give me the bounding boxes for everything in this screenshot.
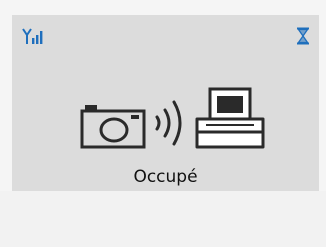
printer-icon [195, 87, 265, 149]
status-label: Occupé [133, 167, 198, 187]
printer-status-screen: Occupé [12, 15, 319, 191]
wireless-signal-icon [155, 100, 182, 146]
camera-icon [80, 105, 146, 149]
hourglass-icon [297, 27, 309, 45]
bottom-panel [0, 191, 326, 247]
signal-strength-icon [22, 28, 43, 44]
